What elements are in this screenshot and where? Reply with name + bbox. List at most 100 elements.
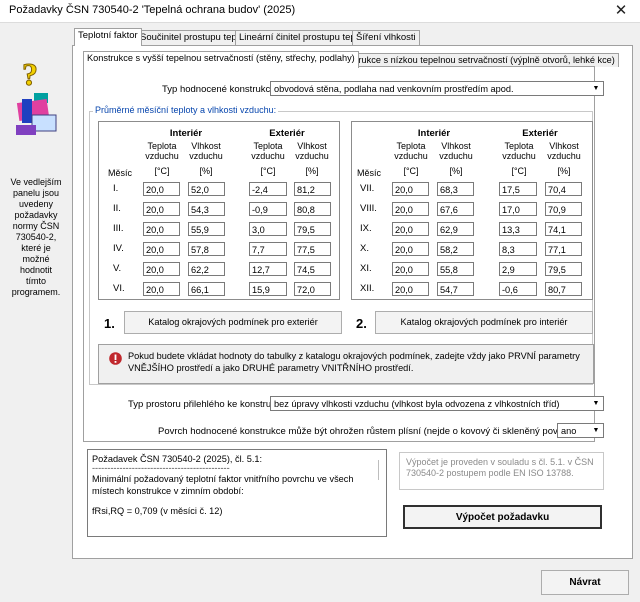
chevron-down-icon: ▼	[592, 400, 600, 407]
exterior-humidity-input[interactable]: 79,5	[294, 222, 331, 236]
back-button[interactable]: Návrat	[541, 570, 629, 595]
tab-soucinitel[interactable]: Součinitel prostupu tepla	[136, 30, 249, 45]
interior-heading: Interiér	[169, 128, 203, 139]
interior-humidity-input[interactable]: 62,2	[188, 262, 225, 276]
unit-hum: [%]	[305, 166, 319, 176]
catalog-exterior-button[interactable]: Katalog okrajových podmínek pro exteriér	[124, 311, 342, 334]
exterior-humidity-input[interactable]: 72,0	[294, 282, 331, 296]
tab-sireni-vlhkosti[interactable]: Šíření vlhkosti	[352, 30, 420, 45]
interior-temp-input[interactable]: 20,0	[143, 262, 180, 276]
month-label: XII.	[360, 283, 375, 294]
interior-humidity-input[interactable]: 54,7	[437, 282, 474, 296]
exterior-temp-input[interactable]: 13,3	[499, 222, 537, 236]
interior-heading: Interiér	[417, 128, 451, 139]
room-type-select[interactable]: bez úpravy vlhkosti vzduchu (vlhkost byl…	[270, 396, 604, 411]
close-icon[interactable]: ✕	[606, 1, 636, 21]
exterior-temp-input[interactable]: 3,0	[249, 222, 287, 236]
exterior-humidity-input[interactable]: 70,9	[545, 202, 582, 216]
warning-box: Pokud budete vkládat hodnoty do tabulky …	[98, 344, 594, 384]
exterior-temp-input[interactable]: -2,4	[249, 182, 287, 196]
exterior-temp-input[interactable]: 7,7	[249, 242, 287, 256]
construction-select[interactable]: obvodová stěna, podlaha nad venkovním pr…	[270, 81, 604, 96]
exterior-humidity-input[interactable]: 80,8	[294, 202, 331, 216]
col-temp-int: Teplota vzduchu	[394, 141, 428, 161]
interior-humidity-input[interactable]: 52,0	[188, 182, 225, 196]
warning-text: Pokud budete vkládat hodnoty do tabulky …	[128, 351, 580, 373]
month-label: I.	[113, 183, 119, 194]
interior-temp-input[interactable]: 20,0	[392, 182, 429, 196]
table-second-half: Interiér Exteriér Teplota vzduchu Vlhkos…	[351, 121, 593, 300]
exterior-humidity-input[interactable]: 80,7	[545, 282, 582, 296]
catalog-interior-button[interactable]: Katalog okrajových podmínek pro interiér	[375, 311, 593, 334]
interior-temp-input[interactable]: 20,0	[392, 202, 429, 216]
exterior-heading: Exteriér	[522, 128, 558, 139]
help-panel: ? Ve vedlejším panelu jsou uvedeny požad…	[6, 27, 63, 557]
interior-humidity-input[interactable]: 62,9	[437, 222, 474, 236]
interior-humidity-input[interactable]: 57,8	[188, 242, 225, 256]
help-book-icon: ?	[16, 56, 57, 135]
subtab-nizka-setrvacnost[interactable]: Konstrukce s nízkou tepelnou setrvačnost…	[331, 53, 619, 67]
mould-risk-select[interactable]: ano ▼	[557, 423, 604, 438]
interior-temp-input[interactable]: 20,0	[392, 262, 429, 276]
room-type-label: Typ prostoru přilehlého ke konstrukci:	[128, 399, 286, 410]
exterior-temp-input[interactable]: 12,7	[249, 262, 287, 276]
interior-humidity-input[interactable]: 67,6	[437, 202, 474, 216]
subtab-vyssi-setrvacnost[interactable]: Konstrukce s vyšší tepelnou setrvačností…	[83, 51, 359, 68]
exterior-temp-input[interactable]: 2,9	[499, 262, 537, 276]
interior-humidity-input[interactable]: 58,2	[437, 242, 474, 256]
unit-temp: [°C]	[403, 166, 419, 176]
interior-humidity-input[interactable]: 68,3	[437, 182, 474, 196]
exterior-temp-input[interactable]: 17,5	[499, 182, 537, 196]
interior-temp-input[interactable]: 20,0	[143, 182, 180, 196]
month-label: X.	[360, 243, 369, 254]
exterior-temp-input[interactable]: 17,0	[499, 202, 537, 216]
col-hum-ext: Vlhkost vzduchu	[547, 141, 581, 161]
unit-hum: [%]	[449, 166, 463, 176]
result-value: fRsi,RQ = 0,709 (v měsíci č. 12)	[92, 506, 223, 516]
interior-temp-input[interactable]: 20,0	[392, 222, 429, 236]
exterior-temp-input[interactable]: -0,9	[249, 202, 287, 216]
interior-temp-input[interactable]: 20,0	[143, 242, 180, 256]
exterior-humidity-input[interactable]: 74,1	[545, 222, 582, 236]
construction-value: obvodová stěna, podlaha nad venkovním pr…	[274, 84, 514, 94]
month-label: IV.	[113, 243, 124, 254]
table-first-half: Interiér Exteriér Teplota vzduchu Vlhkos…	[98, 121, 340, 300]
unit-temp: [°C]	[511, 166, 527, 176]
unit-hum: [%]	[199, 166, 213, 176]
tab-linearni[interactable]: Lineární činitel prostupu tepla	[235, 30, 368, 45]
interior-temp-input[interactable]: 20,0	[143, 202, 180, 216]
exterior-humidity-input[interactable]: 77,1	[545, 242, 582, 256]
interior-humidity-input[interactable]: 55,9	[188, 222, 225, 236]
construction-label: Typ hodnocené konstrukce:	[162, 84, 279, 95]
unit-temp: [°C]	[260, 166, 276, 176]
interior-humidity-input[interactable]: 66,1	[188, 282, 225, 296]
memo-scrollbar[interactable]	[378, 460, 379, 480]
exterior-temp-input[interactable]: -0,6	[499, 282, 537, 296]
warning-icon	[109, 352, 122, 365]
col-temp-int: Teplota vzduchu	[145, 141, 179, 161]
chevron-down-icon: ▼	[592, 85, 600, 92]
exterior-humidity-input[interactable]: 70,4	[545, 182, 582, 196]
exterior-temp-input[interactable]: 8,3	[499, 242, 537, 256]
tab-teplotni-faktor[interactable]: Teplotní faktor	[74, 28, 142, 46]
exterior-humidity-input[interactable]: 77,5	[294, 242, 331, 256]
result-memo[interactable]: Požadavek ČSN 730540-2 (2025), čl. 5.1: …	[87, 449, 387, 537]
exterior-temp-input[interactable]: 15,9	[249, 282, 287, 296]
interior-temp-input[interactable]: 20,0	[143, 282, 180, 296]
interior-humidity-input[interactable]: 55,8	[437, 262, 474, 276]
month-label: VII.	[360, 183, 375, 194]
step-number-2: 2.	[356, 316, 367, 331]
exterior-humidity-input[interactable]: 79,5	[545, 262, 582, 276]
step-number-1: 1.	[104, 316, 115, 331]
interior-temp-input[interactable]: 20,0	[143, 222, 180, 236]
interior-humidity-input[interactable]: 54,3	[188, 202, 225, 216]
exterior-humidity-input[interactable]: 74,5	[294, 262, 331, 276]
interior-temp-input[interactable]: 20,0	[392, 282, 429, 296]
interior-temp-input[interactable]: 20,0	[392, 242, 429, 256]
calc-button[interactable]: Výpočet požadavku	[403, 505, 602, 529]
exterior-humidity-input[interactable]: 81,2	[294, 182, 331, 196]
month-col-label: Měsíc	[356, 168, 381, 178]
help-text: Ve vedlejším panelu jsou uvedeny požadav…	[10, 177, 62, 297]
month-label: VI.	[113, 283, 125, 294]
month-label: IX.	[360, 223, 372, 234]
